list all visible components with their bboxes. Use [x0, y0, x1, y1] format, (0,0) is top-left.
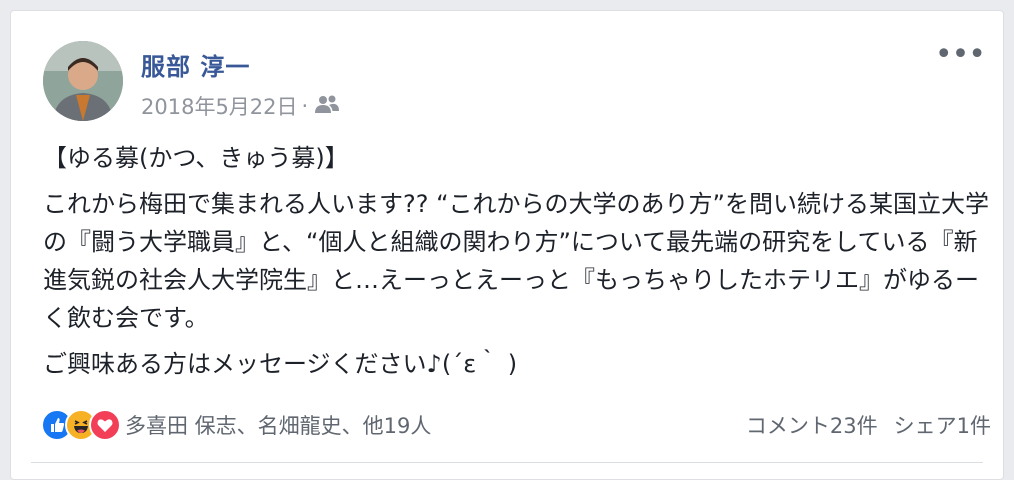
- love-icon: [89, 409, 121, 441]
- post-body: 【ゆる募(かつ、きゅう募)】 これから梅田で集まれる人います?? “これからの大…: [43, 139, 993, 391]
- post-paragraph: 【ゆる募(かつ、きゅう募)】: [43, 144, 349, 172]
- avatar[interactable]: [43, 41, 123, 121]
- more-options-icon[interactable]: •••: [935, 40, 986, 70]
- post-footer: 多喜田 保志、名畑龍史、他19人 コメント23件 シェア1件: [41, 405, 991, 445]
- meta-separator: ·: [301, 94, 309, 118]
- comment-count[interactable]: コメント23件: [746, 410, 878, 440]
- reactor-names[interactable]: 多喜田 保志、名畑龍史、他19人: [125, 410, 431, 440]
- post-paragraph: ご興味ある方はメッセージください♪(´ε｀ ): [43, 350, 518, 378]
- post-card: 服部 淳一 2018年5月22日 · ••• 【ゆる募(かつ、きゅう募)】 これ…: [10, 10, 1004, 480]
- share-count[interactable]: シェア1件: [894, 410, 991, 440]
- reactions[interactable]: [41, 409, 121, 441]
- post-meta: 2018年5月22日 ·: [141, 91, 340, 121]
- post-date[interactable]: 2018年5月22日: [141, 91, 298, 121]
- author-name[interactable]: 服部 淳一: [141, 47, 250, 82]
- divider: [31, 462, 983, 463]
- post-paragraph: これから梅田で集まれる人います?? “これからの大学のあり方”を問い続ける某国立…: [43, 190, 989, 332]
- friends-icon[interactable]: [314, 94, 340, 119]
